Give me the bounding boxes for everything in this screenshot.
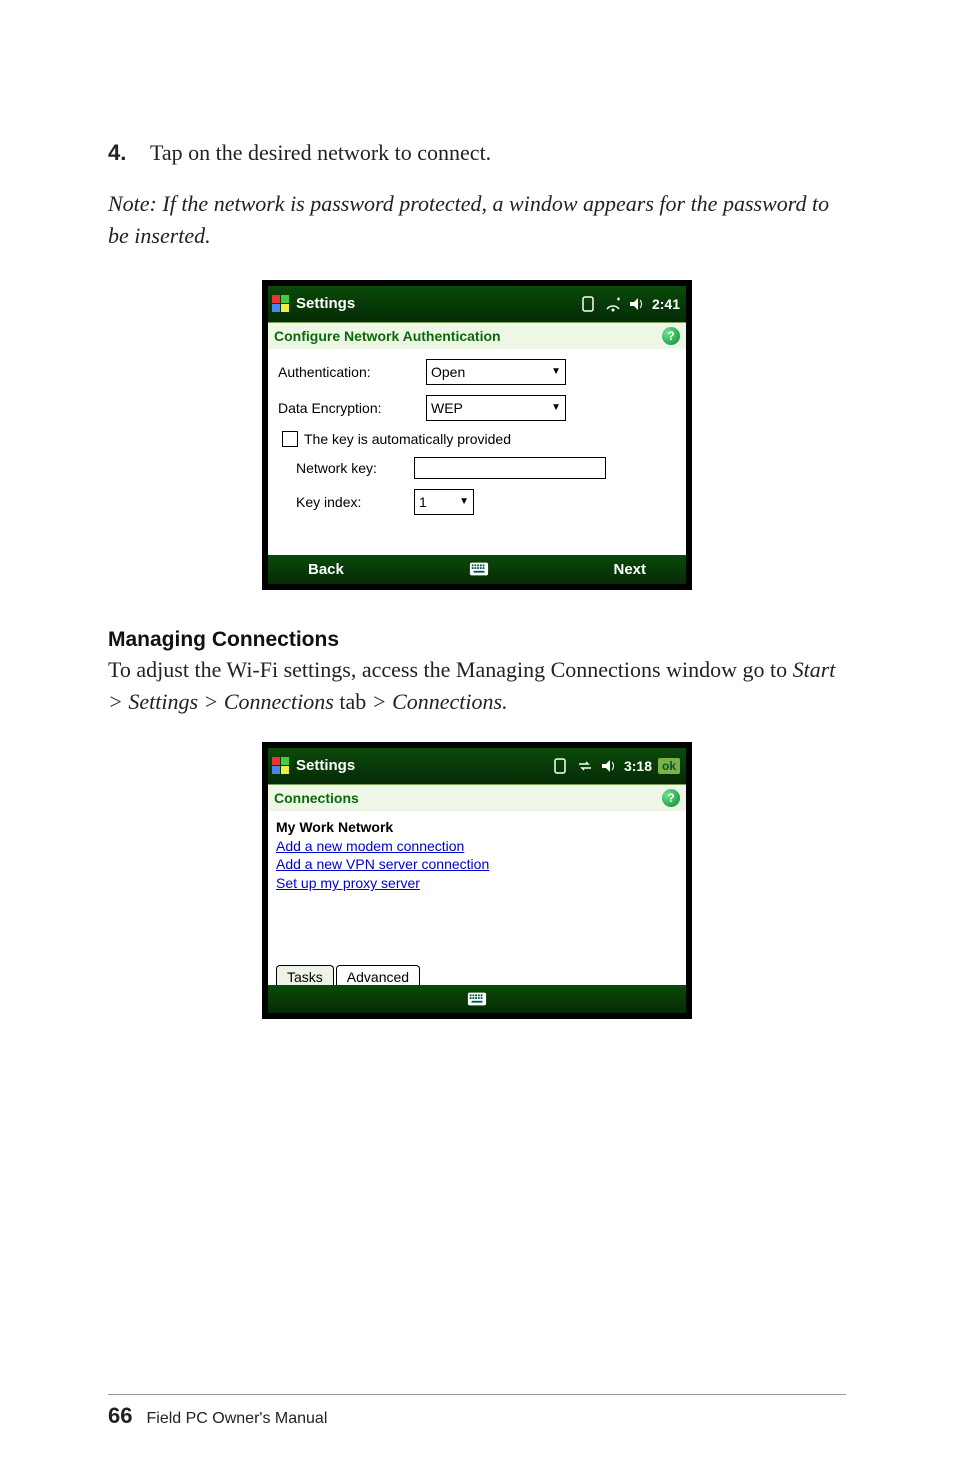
link-add-modem[interactable]: Add a new modem connection: [276, 837, 678, 856]
step-text: Tap on the desired network to connect.: [150, 140, 491, 166]
link-add-vpn[interactable]: Add a new VPN server connection: [276, 855, 678, 874]
connections-body: My Work Network Add a new modem connecti…: [268, 811, 686, 986]
auto-key-row[interactable]: The key is automatically provided: [278, 431, 676, 447]
panel-header: Connections ?: [268, 784, 686, 811]
section-body-pre: To adjust the Wi-Fi settings, access the…: [108, 657, 793, 682]
link-proxy[interactable]: Set up my proxy server: [276, 874, 678, 893]
group-title: My Work Network: [276, 819, 678, 835]
auth-select[interactable]: Open ▼: [426, 359, 566, 385]
bottom-bar: Back Next: [268, 555, 686, 584]
title: Settings: [296, 295, 355, 312]
tab-advanced[interactable]: Advanced: [336, 965, 420, 985]
ok-button[interactable]: ok: [658, 758, 680, 774]
manual-title: Field PC Owner's Manual: [146, 1410, 327, 1428]
panel-title: Configure Network Authentication: [274, 328, 501, 344]
enc-select[interactable]: WEP ▼: [426, 395, 566, 421]
section-body: To adjust the Wi-Fi settings, access the…: [108, 654, 846, 718]
enc-label: Data Encryption:: [278, 400, 418, 416]
step-number: 4.: [108, 140, 132, 166]
auto-key-label: The key is automatically provided: [304, 431, 511, 447]
enc-value: WEP: [431, 400, 463, 416]
section-body-mid: tab: [334, 689, 372, 714]
windows-flag-icon[interactable]: [272, 757, 290, 775]
back-button[interactable]: Back: [308, 561, 344, 578]
keyidx-value: 1: [419, 494, 427, 510]
section-heading: Managing Connections: [108, 628, 846, 652]
windows-flag-icon[interactable]: [272, 295, 290, 313]
footer: 66 Field PC Owner's Manual: [108, 1403, 327, 1429]
keyboard-icon[interactable]: [467, 991, 487, 1007]
sim-icon[interactable]: [580, 295, 598, 313]
bottom-bar: [268, 985, 686, 1013]
clock: 3:18: [624, 758, 652, 774]
page-number: 66: [108, 1403, 132, 1429]
help-icon[interactable]: ?: [662, 789, 680, 807]
netkey-label: Network key:: [278, 460, 406, 476]
device-frame: Settings 3:18 ok Connections ? My Work: [262, 742, 692, 1020]
screenshot-1-wrap: Settings 2:41 Configure Network Authenti…: [108, 280, 846, 590]
chevron-down-icon: ▼: [551, 366, 561, 377]
keyidx-label: Key index:: [278, 494, 406, 510]
volume-icon[interactable]: [600, 757, 618, 775]
device-frame: Settings 2:41 Configure Network Authenti…: [262, 280, 692, 590]
clock: 2:41: [652, 296, 680, 312]
help-icon[interactable]: ?: [662, 327, 680, 345]
section-body-path2: > Connections.: [372, 689, 508, 714]
panel-title: Connections: [274, 790, 359, 806]
sim-icon[interactable]: [552, 757, 570, 775]
netkey-input[interactable]: [414, 457, 606, 479]
chevron-down-icon: ▼: [459, 496, 469, 507]
keyboard-icon[interactable]: [469, 561, 489, 577]
note-text: Note: If the network is password protect…: [108, 188, 846, 252]
step-row: 4. Tap on the desired network to connect…: [108, 140, 846, 166]
title: Settings: [296, 757, 355, 774]
footer-rule: [108, 1394, 846, 1395]
volume-icon[interactable]: [628, 295, 646, 313]
tab-tasks[interactable]: Tasks: [276, 965, 334, 985]
titlebar: Settings 2:41: [268, 286, 686, 322]
screenshot-2-wrap: Settings 3:18 ok Connections ? My Work: [108, 742, 846, 1020]
titlebar: Settings 3:18 ok: [268, 748, 686, 784]
tab-row: Tasks Advanced: [276, 965, 678, 985]
panel-body: Authentication: Open ▼ Data Encryption: …: [268, 349, 686, 555]
panel-header: Configure Network Authentication ?: [268, 322, 686, 349]
network-arrows-icon[interactable]: [576, 757, 594, 775]
next-button[interactable]: Next: [613, 561, 646, 578]
auth-label: Authentication:: [278, 364, 418, 380]
wifi-connect-icon[interactable]: [604, 295, 622, 313]
chevron-down-icon: ▼: [551, 402, 561, 413]
keyidx-select[interactable]: 1 ▼: [414, 489, 474, 515]
auth-value: Open: [431, 364, 465, 380]
checkbox-icon[interactable]: [282, 431, 298, 447]
